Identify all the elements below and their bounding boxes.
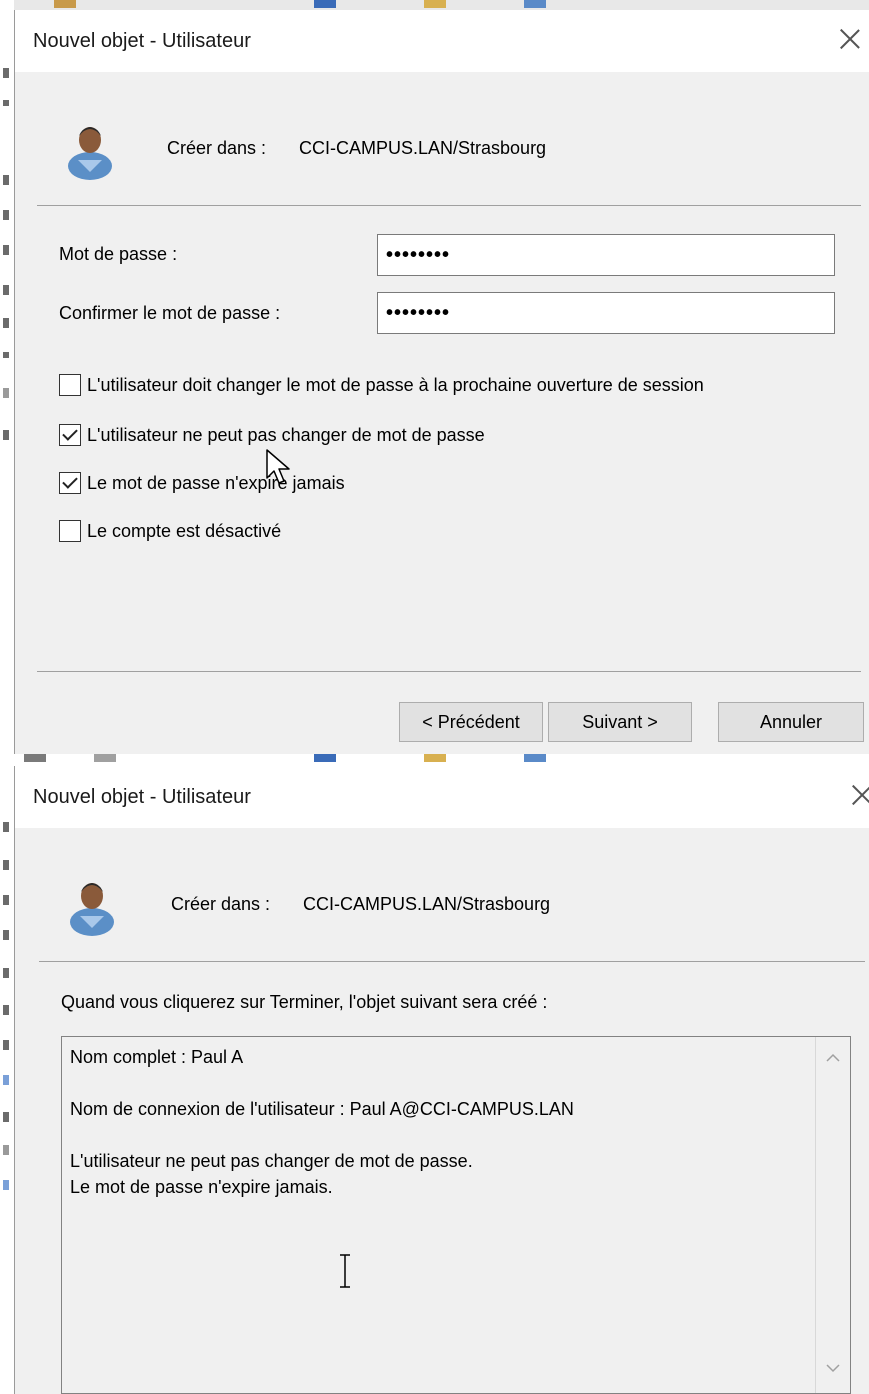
dialog-title: Nouvel objet - Utilisateur [33,786,251,808]
checkbox-label: Le compte est désactivé [87,520,282,541]
checkbox-label: Le mot de passe n'expire jamais [87,472,345,493]
title-bar: Nouvel objet - Utilisateur [15,10,869,72]
user-icon [68,127,112,180]
confirm-password-input[interactable]: •••••••• [377,292,835,334]
new-user-dialog-summary: Nouvel objet - Utilisateur Créer dans : … [14,766,869,1394]
summary-textbox[interactable]: Nom complet : Paul A Nom de connexion de… [61,1036,851,1394]
scroll-up-icon[interactable] [825,1053,841,1063]
password-input[interactable]: •••••••• [377,234,835,276]
checkbox-account-disabled[interactable] [59,520,81,542]
cancel-button[interactable]: Annuler [718,702,864,742]
new-user-dialog-password: Nouvel objet - Utilisateur Créer dans : … [14,10,869,754]
confirm-password-label: Confirmer le mot de passe : [59,303,281,323]
mouse-pointer-icon [266,449,290,484]
checkbox-label: L'utilisateur doit changer le mot de pas… [87,374,704,395]
separator [37,205,861,206]
create-in-value: CCI-CAMPUS.LAN/Strasbourg [303,894,551,914]
summary-logon-name: Nom de connexion de l'utilisateur : Paul… [70,1099,574,1119]
background-toolbar-2 [14,754,869,764]
separator [37,671,861,672]
checkbox-cannot-change[interactable] [59,424,81,446]
summary-cannot-change: L'utilisateur ne peut pas changer de mot… [70,1151,473,1171]
background-toolbar [14,0,869,10]
close-icon[interactable] [849,782,869,808]
summary-full-name: Nom complet : Paul A [70,1047,244,1067]
password-label: Mot de passe : [59,244,178,264]
separator [39,961,865,962]
checkbox-row-disabled[interactable]: Le compte est désactivé [59,518,281,544]
checkbox-label: L'utilisateur ne peut pas changer de mot… [87,424,485,445]
title-bar: Nouvel objet - Utilisateur [15,766,869,828]
next-button[interactable]: Suivant > [548,702,692,742]
checkbox-never-expires[interactable] [59,472,81,494]
checkbox-row-must-change[interactable]: L'utilisateur doit changer le mot de pas… [59,372,704,398]
scroll-down-icon[interactable] [825,1363,841,1373]
checkbox-must-change[interactable] [59,374,81,396]
vertical-scrollbar[interactable] [815,1037,850,1393]
background-app-strip [0,0,14,1394]
create-in-label: Créer dans : [171,894,271,914]
create-in-value: CCI-CAMPUS.LAN/Strasbourg [299,138,547,158]
summary-intro: Quand vous cliquerez sur Terminer, l'obj… [61,992,548,1012]
create-in-label: Créer dans : [167,138,267,158]
previous-button[interactable]: < Précédent [399,702,543,742]
checkbox-row-cannot-change[interactable]: L'utilisateur ne peut pas changer de mot… [59,422,485,448]
dialog-title: Nouvel objet - Utilisateur [33,30,251,52]
summary-never-expires: Le mot de passe n'expire jamais. [70,1177,333,1197]
close-icon[interactable] [837,26,863,52]
checkbox-row-never-expires[interactable]: Le mot de passe n'expire jamais [59,470,345,496]
user-icon [70,883,114,936]
ibeam-cursor-icon [340,1254,350,1288]
